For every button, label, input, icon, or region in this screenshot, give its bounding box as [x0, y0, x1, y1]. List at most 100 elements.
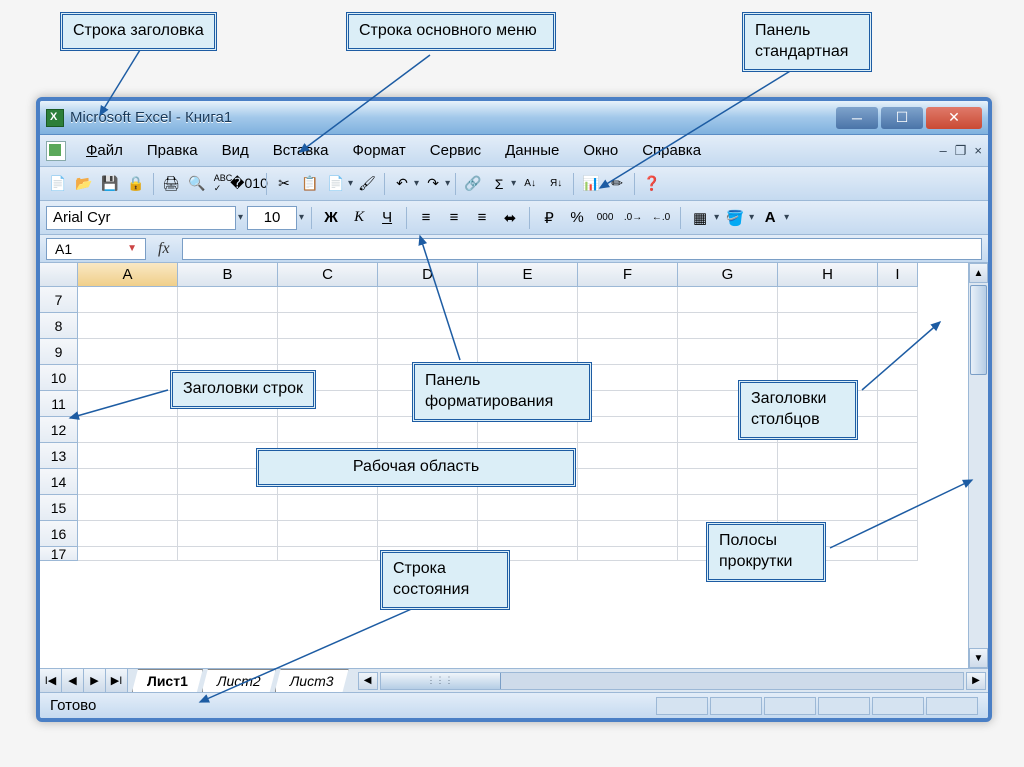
callout-format-panel: Панель форматирования — [412, 362, 592, 422]
menu-insert[interactable]: Вставка — [263, 139, 339, 162]
print-icon[interactable]: 🖨 — [159, 172, 183, 196]
status-cell — [926, 697, 978, 715]
fx-icon[interactable]: fx — [158, 240, 170, 258]
col-header-b[interactable]: B — [178, 263, 278, 287]
help-icon[interactable]: ❓ — [640, 172, 664, 196]
row-header[interactable]: 7 — [40, 287, 78, 313]
doc-restore-icon[interactable]: ❐ — [955, 143, 967, 159]
maximize-button[interactable]: ☐ — [881, 107, 923, 129]
sort-desc-icon[interactable]: Я↓ — [544, 172, 568, 196]
align-left-icon[interactable]: ≡ — [414, 206, 438, 230]
new-icon[interactable]: 📄 — [46, 172, 70, 196]
row-header[interactable]: 14 — [40, 469, 78, 495]
select-all-corner[interactable] — [40, 263, 78, 287]
hyperlink-icon[interactable]: 🔗 — [461, 172, 485, 196]
font-select[interactable] — [46, 206, 236, 230]
prev-sheet-icon[interactable]: ◀ — [62, 669, 84, 692]
doc-minimize-icon[interactable]: – — [940, 143, 947, 159]
row-header[interactable]: 10 — [40, 365, 78, 391]
standard-toolbar: 📄 📂 💾 🔒 🖨 🔍 ABC✓ �010 ✂ 📋 📄▾ 🖌 ↶▾ ↷▾ 🔗 Σ… — [40, 167, 988, 201]
col-header-g[interactable]: G — [678, 263, 778, 287]
row-header[interactable]: 11 — [40, 391, 78, 417]
sheet-tab-3[interactable]: Лист3 — [275, 669, 349, 692]
name-box[interactable]: A1▼ — [46, 238, 146, 260]
scroll-left-icon[interactable]: ◀ — [358, 672, 378, 690]
scroll-right-icon[interactable]: ▶ — [966, 672, 986, 690]
close-button[interactable]: ✕ — [926, 107, 982, 129]
inc-decimal-icon[interactable]: .0→ — [621, 206, 645, 230]
row-header[interactable]: 16 — [40, 521, 78, 547]
sheet-tab-2[interactable]: Лист2 — [202, 669, 276, 692]
menubar: Файл Правка Вид Вставка Формат Сервис Да… — [40, 135, 988, 167]
cut-icon[interactable]: ✂ — [272, 172, 296, 196]
next-sheet-icon[interactable]: ▶ — [84, 669, 106, 692]
row-header[interactable]: 13 — [40, 443, 78, 469]
autosum-icon[interactable]: Σ — [487, 172, 511, 196]
permission-icon[interactable]: 🔒 — [124, 172, 148, 196]
research-icon[interactable]: �010 — [237, 172, 261, 196]
menu-edit[interactable]: Правка — [137, 139, 208, 162]
scroll-up-icon[interactable]: ▲ — [969, 263, 988, 283]
row-header[interactable]: 17 — [40, 547, 78, 561]
row-header[interactable]: 8 — [40, 313, 78, 339]
scroll-down-icon[interactable]: ▼ — [969, 648, 988, 668]
col-header-h[interactable]: H — [778, 263, 878, 287]
merge-icon[interactable]: ⬌ — [498, 206, 522, 230]
chart-icon[interactable]: 📊 — [579, 172, 603, 196]
paste-icon[interactable]: 📄 — [324, 172, 348, 196]
menu-file[interactable]: Файл — [76, 139, 133, 162]
menu-format[interactable]: Формат — [342, 139, 415, 162]
doc-close-icon[interactable]: × — [974, 143, 982, 159]
row-header[interactable]: 15 — [40, 495, 78, 521]
sort-asc-icon[interactable]: А↓ — [518, 172, 542, 196]
align-right-icon[interactable]: ≡ — [470, 206, 494, 230]
vertical-scrollbar[interactable]: ▲ ▼ — [968, 263, 988, 668]
save-icon[interactable]: 💾 — [98, 172, 122, 196]
comma-icon[interactable]: 000 — [593, 206, 617, 230]
font-size-select[interactable] — [247, 206, 297, 230]
col-header-c[interactable]: C — [278, 263, 378, 287]
currency-icon[interactable]: ₽ — [537, 206, 561, 230]
preview-icon[interactable]: 🔍 — [185, 172, 209, 196]
italic-button[interactable]: К — [347, 206, 371, 230]
menu-help[interactable]: Справка — [632, 139, 711, 162]
col-header-d[interactable]: D — [378, 263, 478, 287]
align-center-icon[interactable]: ≡ — [442, 206, 466, 230]
menu-tools[interactable]: Сервис — [420, 139, 491, 162]
titlebar[interactable]: Microsoft Excel - Книга1 ─ ☐ ✕ — [40, 101, 988, 135]
format-painter-icon[interactable]: 🖌 — [355, 172, 379, 196]
document-icon[interactable] — [46, 141, 66, 161]
horizontal-scrollbar[interactable]: ◀ ⋮⋮⋮ ▶ — [356, 669, 988, 692]
bold-button[interactable]: Ж — [319, 206, 343, 230]
col-header-a[interactable]: A — [78, 263, 178, 287]
underline-button[interactable]: Ч — [375, 206, 399, 230]
dec-decimal-icon[interactable]: ←.0 — [649, 206, 673, 230]
first-sheet-icon[interactable]: I◀ — [40, 669, 62, 692]
copy-icon[interactable]: 📋 — [298, 172, 322, 196]
size-dropdown-icon[interactable]: ▾ — [299, 212, 304, 223]
menu-view[interactable]: Вид — [212, 139, 259, 162]
col-header-e[interactable]: E — [478, 263, 578, 287]
col-header-f[interactable]: F — [578, 263, 678, 287]
fill-color-icon[interactable]: 🪣 — [723, 206, 747, 230]
sheet-tab-1[interactable]: Лист1 — [132, 669, 203, 692]
menu-window[interactable]: Окно — [573, 139, 628, 162]
font-color-icon[interactable]: А — [758, 206, 782, 230]
minimize-button[interactable]: ─ — [836, 107, 878, 129]
menu-data[interactable]: Данные — [495, 139, 569, 162]
namebox-dropdown-icon[interactable]: ▼ — [127, 243, 137, 254]
redo-icon[interactable]: ↷ — [421, 172, 445, 196]
percent-icon[interactable]: % — [565, 206, 589, 230]
open-icon[interactable]: 📂 — [72, 172, 96, 196]
col-header-i[interactable]: I — [878, 263, 918, 287]
row-header[interactable]: 9 — [40, 339, 78, 365]
borders-icon[interactable]: ▦ — [688, 206, 712, 230]
row-header[interactable]: 12 — [40, 417, 78, 443]
formula-input[interactable] — [182, 238, 982, 260]
hscroll-thumb[interactable]: ⋮⋮⋮ — [381, 673, 501, 689]
vscroll-thumb[interactable] — [970, 285, 987, 375]
last-sheet-icon[interactable]: ▶I — [106, 669, 128, 692]
undo-icon[interactable]: ↶ — [390, 172, 414, 196]
drawing-icon[interactable]: ✏ — [605, 172, 629, 196]
font-dropdown-icon[interactable]: ▾ — [238, 212, 243, 223]
